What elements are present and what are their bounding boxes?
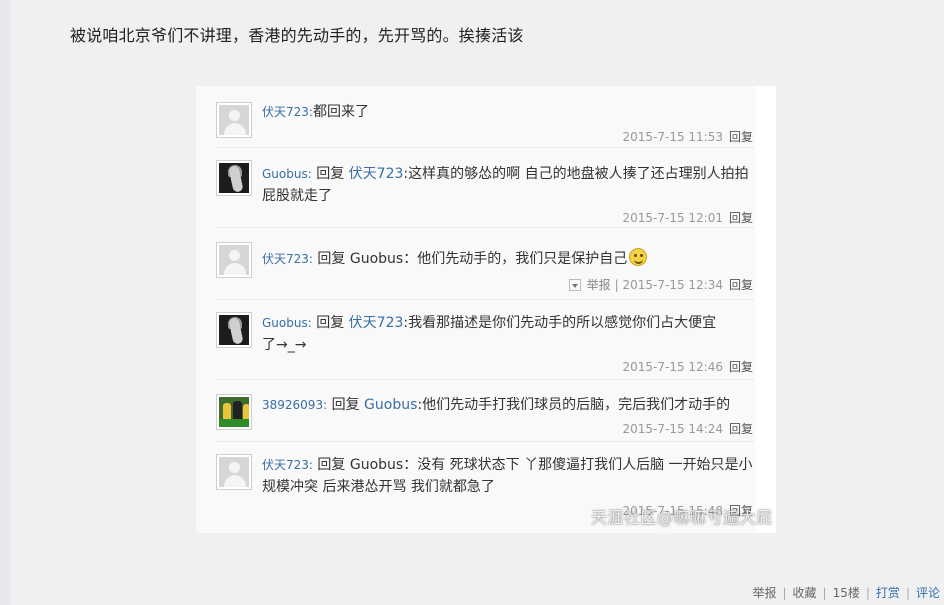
comment-time: 2015-7-15 12:34 [622,278,723,292]
default-avatar[interactable] [216,454,252,490]
comment-username[interactable]: Guobus: [262,167,312,181]
comment-body: 伏天723: 回复 Guobus：没有 死球状态下 丫那傻逼打我们人后脑 一开始… [262,454,762,498]
collect-link[interactable]: 收藏 [793,586,817,600]
comment-item: 38926093: 回复 Guobus:他们先动手打我们球员的后脑，完后我们才动… [216,388,753,442]
comment-meta: 举报 | 2015-7-15 12:34 回复 [568,276,753,293]
comment-mention-link[interactable]: 伏天723 [349,166,404,182]
comment-time: 2015-7-15 14:24 [622,422,723,436]
comment-body: Guobus: 回复 伏天723:我看那描述是你们先动手的所以感觉你们占大便宜 … [262,312,762,356]
reply-button[interactable]: 回复 [729,130,753,144]
comment-text-continued: 规模冲突 后来港怂开骂 我们就都急了 [262,479,495,495]
comment-text: :他们先动手打我们球员的后脑，完后我们才动手的 [417,397,731,413]
comment-text-continued: 了→_→ [262,337,307,353]
comment-username[interactable]: 伏天723: [262,105,313,119]
comment-meta: 2015-7-15 12:46 回复 [622,358,753,375]
dark-avatar[interactable] [216,312,252,348]
comment-reply-prefix: 回复 [316,166,345,182]
comment-meta: 2015-7-15 11:53 回复 [622,128,753,145]
comment-time: 2015-7-15 12:01 [622,211,723,225]
comment-time: 2015-7-15 11:53 [622,130,723,144]
tip-link[interactable]: 打赏 [876,586,900,600]
reply-button[interactable]: 回复 [729,211,753,225]
post-text: 被说咱北京爷们不讲理，香港的先动手的，先开骂的。挨揍活该 [70,26,524,45]
comment-text: 没有 死球状态下 丫那傻逼打我们人后脑 一开始只是小 [417,457,753,473]
report-link[interactable]: 举报 [587,278,611,292]
comment-reply-prefix: 回复 Guobus： [317,457,418,473]
left-edge-strip [0,0,10,605]
dark-avatar[interactable] [216,160,252,196]
comment-item: Guobus: 回复 伏天723:这样真的够怂的啊 自己的地盘被人揍了还占理别人… [216,154,753,228]
reply-button[interactable]: 回复 [729,422,753,436]
comment-text: 他们先动手的，我们只是保护自己 [417,251,628,267]
comment-mention-link[interactable]: 伏天723 [349,315,404,331]
photo-avatar[interactable] [216,394,252,430]
comment-text: :我看那描述是你们先动手的所以感觉你们占大便宜 [403,315,717,331]
comment-meta: 2015-7-15 14:24 回复 [622,420,753,437]
report-link[interactable]: 举报 [752,586,776,600]
reply-button[interactable]: 回复 [729,360,753,374]
comment-reply-prefix: 回复 [331,397,360,413]
comment-text-continued: 屁股就走了 [262,188,332,204]
comment-mention-link[interactable]: Guobus [364,397,417,413]
floor-number: 15楼 [832,586,860,600]
comment-reply-prefix: 回复 [316,315,345,331]
comment-username[interactable]: 伏天723: [262,458,313,472]
comment-body: 38926093: 回复 Guobus:他们先动手打我们球员的后脑，完后我们才动… [262,394,762,416]
post-footer-actions: 举报 | 收藏 | 15楼 | 打赏 | 评论 [752,586,940,600]
comment-item: Guobus: 回复 伏天723:我看那描述是你们先动手的所以感觉你们占大便宜 … [216,306,753,380]
comment-text: 都回来了 [312,104,369,120]
comment-username[interactable]: Guobus: [262,316,312,330]
comment-item: 伏天723:都回来了 2015-7-15 11:53 回复 [216,98,753,148]
comment-text: :这样真的够怂的啊 自己的地盘被人揍了还占理别人拍拍 [403,166,749,182]
comment-reply-prefix: 回复 Guobus： [317,251,418,267]
comment-body: 伏天723:都回来了 [262,101,762,123]
comment-meta: 2015-7-15 12:01 回复 [622,209,753,226]
comment-body: Guobus: 回复 伏天723:这样真的够怂的啊 自己的地盘被人揍了还占理别人… [262,163,762,207]
comment-body: 伏天723: 回复 Guobus：他们先动手的，我们只是保护自己 [262,248,762,270]
default-avatar[interactable] [216,242,252,278]
comment-time: 2015-7-15 12:46 [622,360,723,374]
comment-username[interactable]: 伏天723: [262,252,313,266]
comment-username[interactable]: 38926093: [262,398,327,412]
reply-button[interactable]: 回复 [729,278,753,292]
watermark-text: 天涯社区@嘛嘛亏遍大屁 [591,508,773,527]
comment-item: 伏天723: 回复 Guobus：他们先动手的，我们只是保护自己 举报 | 201… [216,236,753,300]
embedded-comment-screenshot: 伏天723:都回来了 2015-7-15 11:53 回复 Guobus: 回复 … [196,86,776,533]
default-avatar[interactable] [216,102,252,138]
smiley-icon [629,248,648,266]
comment-link[interactable]: 评论 [916,586,940,600]
dropdown-toggle-icon[interactable] [568,279,581,291]
